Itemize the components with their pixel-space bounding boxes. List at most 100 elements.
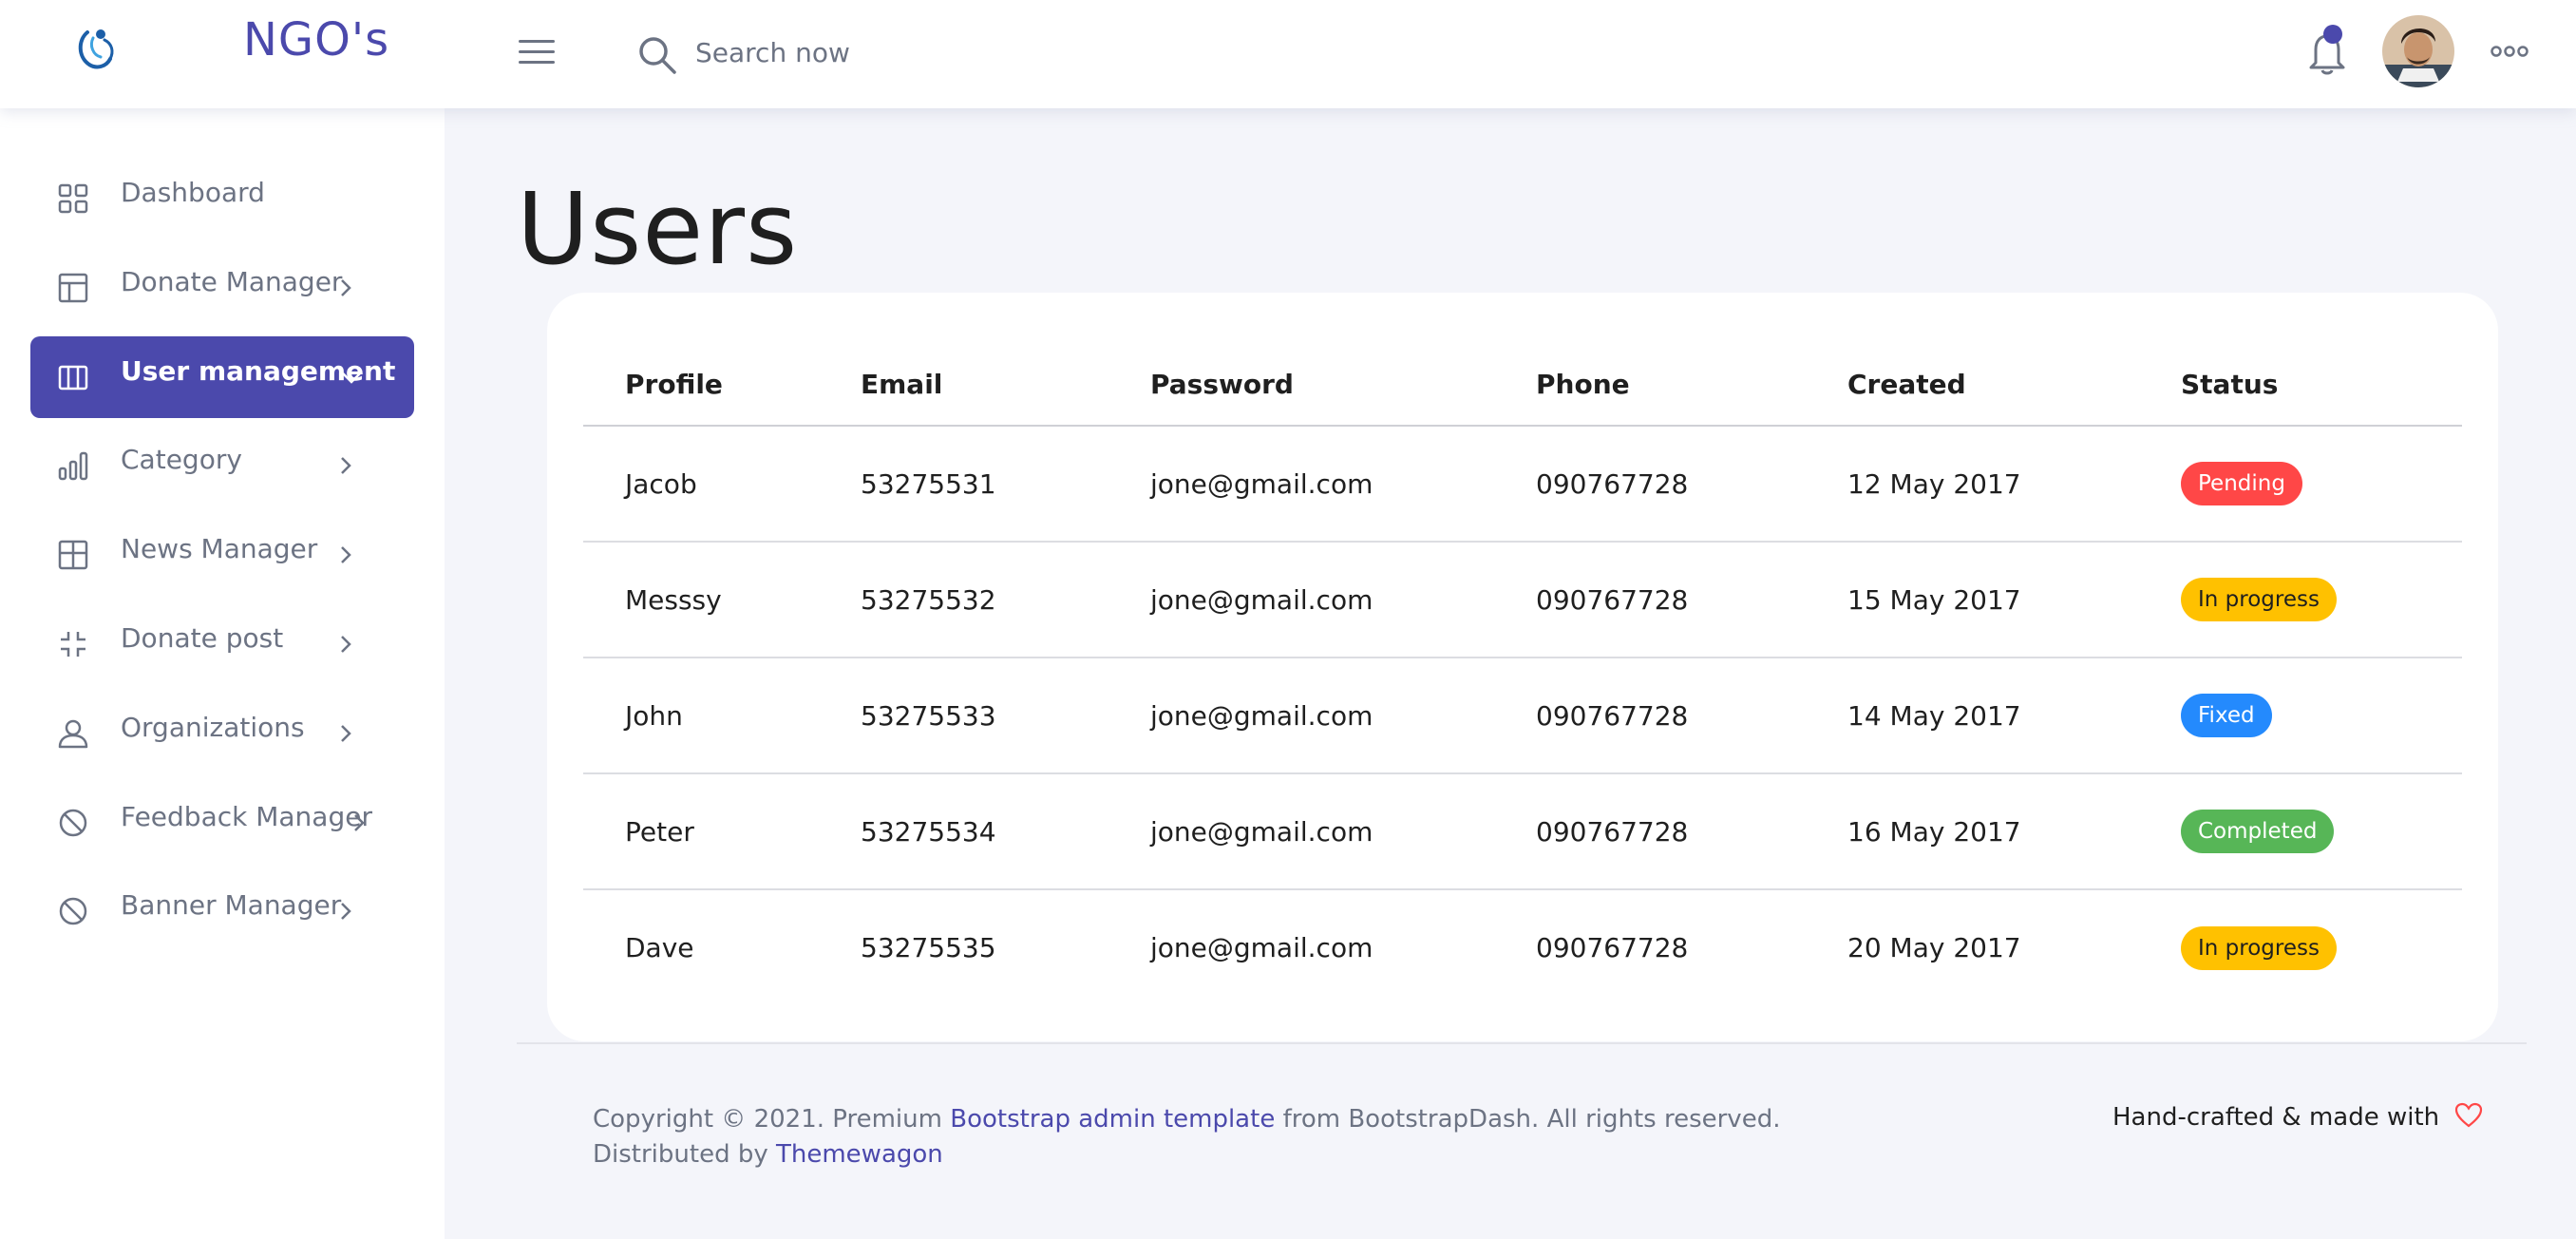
cell-phone: 090767728 bbox=[1494, 658, 1806, 774]
copyright-prefix: Copyright © 2021. Premium bbox=[593, 1105, 942, 1134]
sidebar-item-dashboard[interactable]: Dashboard bbox=[30, 158, 414, 239]
status-badge: In progress bbox=[2181, 925, 2337, 970]
cell-created: 20 May 2017 bbox=[1847, 932, 2021, 963]
brand-name[interactable]: NGO's bbox=[243, 13, 389, 67]
copyright-suffix: from BootstrapDash. All rights reserved. bbox=[1282, 1105, 1781, 1134]
table-row: Peter 53275534 jone@gmail.com 090767728 … bbox=[583, 773, 2462, 890]
columns-icon bbox=[58, 365, 88, 391]
chevron-right-icon bbox=[341, 546, 351, 563]
menu-icon[interactable] bbox=[519, 40, 555, 68]
cell-email: 53275535 bbox=[861, 932, 996, 963]
cell-status: In progress bbox=[2139, 542, 2462, 658]
logo-icon[interactable] bbox=[72, 21, 125, 74]
themewagon-link[interactable]: Themewagon bbox=[776, 1140, 943, 1169]
column-header-created: Created bbox=[1806, 344, 2139, 427]
table-row: John 53275533 jone@gmail.com 090767728 1… bbox=[583, 658, 2462, 774]
sidebar: Dashboard Donate Manager User management… bbox=[0, 108, 445, 1239]
column-header-phone: Phone bbox=[1494, 344, 1806, 427]
chevron-right-icon bbox=[354, 814, 365, 831]
sidebar-item-donate-manager[interactable]: Donate Manager bbox=[30, 247, 414, 329]
sidebar-item-donate-post[interactable]: Donate post bbox=[30, 603, 414, 685]
top-navbar: NGO's bbox=[0, 0, 2576, 108]
sidebar-item-label: News Manager bbox=[121, 533, 318, 564]
cell-status: Pending bbox=[2139, 426, 2462, 543]
layout-icon bbox=[58, 273, 88, 303]
cell-phone: 090767728 bbox=[1494, 426, 1806, 543]
users-card: Profile Email Password Phone Created Sta… bbox=[547, 293, 2498, 1041]
avatar[interactable] bbox=[2382, 15, 2454, 87]
footer-copyright: Copyright © 2021. Premium Bootstrap admi… bbox=[593, 1102, 1780, 1172]
sidebar-item-category[interactable]: Category bbox=[30, 425, 414, 506]
table-header-row: Profile Email Password Phone Created Sta… bbox=[583, 344, 2462, 427]
cell-created: 14 May 2017 bbox=[1806, 658, 2139, 774]
status-badge: Fixed bbox=[2181, 694, 2272, 737]
heart-icon bbox=[2455, 1102, 2483, 1128]
table-row: Messsy 53275532 jone@gmail.com 090767728… bbox=[583, 542, 2462, 658]
bootstrap-template-link[interactable]: Bootstrap admin template bbox=[950, 1105, 1275, 1134]
cell-profile: Peter bbox=[583, 773, 819, 890]
chevron-down-icon bbox=[342, 372, 361, 384]
column-header-email: Email bbox=[819, 344, 1108, 427]
sidebar-item-feedback-manager[interactable]: Feedback Manager bbox=[30, 782, 414, 864]
sidebar-item-organizations[interactable]: Organizations bbox=[30, 693, 414, 774]
cell-password: jone@gmail.com bbox=[1108, 658, 1494, 774]
cell-status: Fixed bbox=[2139, 658, 2462, 774]
user-icon bbox=[58, 719, 88, 749]
cell-phone: 090767728 bbox=[1494, 542, 1806, 658]
distributed-by-label: Distributed by bbox=[593, 1140, 768, 1169]
page-title: Users bbox=[517, 171, 799, 287]
sidebar-item-banner-manager[interactable]: Banner Manager bbox=[30, 870, 414, 952]
crafted-label: Hand-crafted & made with bbox=[2112, 1103, 2440, 1132]
cell-phone: 090767728 bbox=[1494, 773, 1806, 890]
cell-profile: Dave bbox=[625, 932, 694, 963]
cell-password: jone@gmail.com bbox=[1108, 426, 1494, 543]
sidebar-item-label: Category bbox=[121, 444, 242, 475]
chevron-right-icon bbox=[341, 903, 351, 920]
sidebar-item-label: Feedback Manager bbox=[121, 801, 372, 832]
sidebar-item-news-manager[interactable]: News Manager bbox=[30, 514, 414, 596]
column-header-password: Password bbox=[1108, 344, 1494, 427]
sidebar-item-label: Organizations bbox=[121, 712, 305, 743]
footer-divider bbox=[517, 1042, 2527, 1044]
users-table: Profile Email Password Phone Created Sta… bbox=[583, 344, 2462, 1005]
cell-email: 53275532 bbox=[819, 542, 1108, 658]
cell-password: jone@gmail.com bbox=[1150, 932, 1373, 963]
more-icon[interactable] bbox=[2491, 42, 2529, 61]
column-header-status: Status bbox=[2139, 344, 2462, 427]
status-badge: Pending bbox=[2181, 462, 2302, 505]
sidebar-item-label: Dashboard bbox=[121, 177, 265, 208]
cell-email: 53275534 bbox=[819, 773, 1108, 890]
chevron-right-icon bbox=[341, 457, 351, 474]
cell-email: 53275533 bbox=[819, 658, 1108, 774]
cell-email: 53275531 bbox=[819, 426, 1108, 543]
footer-crafted: Hand-crafted & made with bbox=[2112, 1102, 2483, 1132]
grid-icon bbox=[58, 183, 88, 214]
ban-icon bbox=[59, 897, 87, 925]
cell-profile: Messsy bbox=[583, 542, 819, 658]
cell-password: jone@gmail.com bbox=[1108, 542, 1494, 658]
search-icon[interactable] bbox=[636, 34, 678, 76]
cell-status: In progress bbox=[2139, 889, 2462, 1005]
column-header-profile: Profile bbox=[583, 344, 819, 427]
table-row: Dave 53275535 jone@gmail.com 090767728 2… bbox=[583, 889, 2462, 1005]
chevron-right-icon bbox=[341, 279, 351, 296]
table-row: Jacob 53275531 jone@gmail.com 090767728 … bbox=[583, 426, 2462, 543]
search-input[interactable] bbox=[695, 29, 1075, 76]
sidebar-item-label: Donate Manager bbox=[121, 266, 343, 297]
bar-chart-icon bbox=[58, 451, 88, 481]
cell-created: 12 May 2017 bbox=[1806, 426, 2139, 543]
notification-dot bbox=[2323, 25, 2342, 44]
cell-profile: Jacob bbox=[583, 426, 819, 543]
chevron-right-icon bbox=[341, 725, 351, 742]
ban-icon bbox=[59, 809, 87, 837]
sidebar-item-label: Banner Manager bbox=[121, 889, 342, 921]
sidebar-item-user-management[interactable]: User management bbox=[30, 336, 414, 418]
chevron-right-icon bbox=[341, 636, 351, 653]
cell-password: jone@gmail.com bbox=[1108, 773, 1494, 890]
cell-phone: 090767728 bbox=[1536, 932, 1689, 963]
cell-status: Completed bbox=[2139, 773, 2462, 890]
table-icon bbox=[58, 540, 88, 570]
status-badge: In progress bbox=[2181, 578, 2337, 621]
sidebar-item-label: Donate post bbox=[121, 622, 284, 654]
cell-created: 16 May 2017 bbox=[1806, 773, 2139, 890]
